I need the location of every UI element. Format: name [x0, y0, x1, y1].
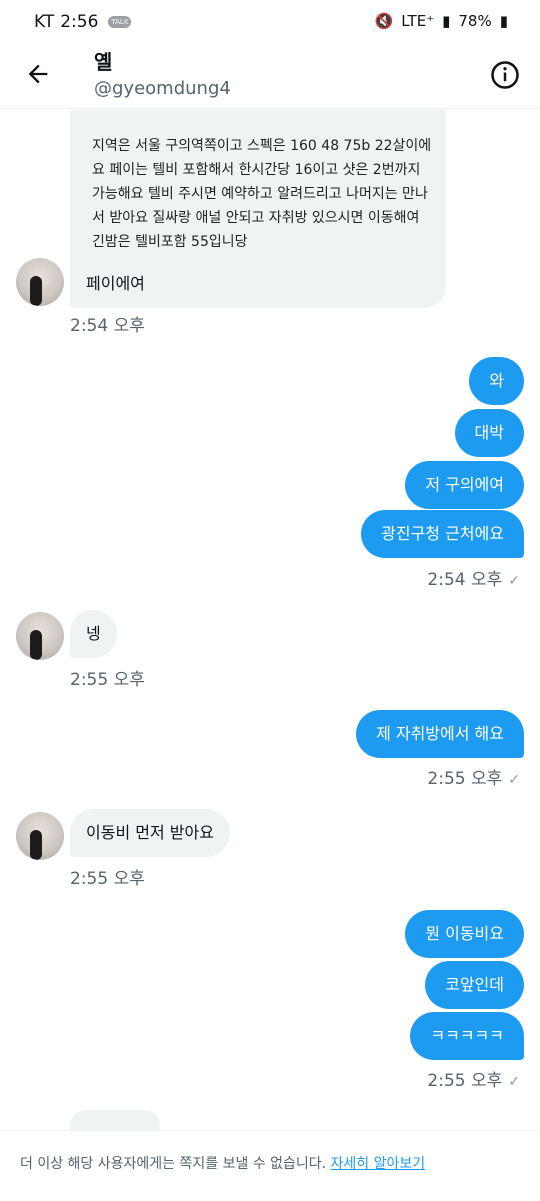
- message-time: 2:55 오후: [70, 869, 145, 889]
- battery-text: 78%: [458, 12, 492, 30]
- outgoing-message[interactable]: 저 구의에여: [405, 461, 524, 509]
- message-time-text: 2:55 오후: [427, 1071, 503, 1091]
- outgoing-message[interactable]: 광진구청 근처에요: [361, 510, 524, 558]
- incoming-message[interactable]: 이동비 먼저 받아요: [70, 809, 230, 857]
- incoming-message-reply: 페이에여: [86, 274, 145, 293]
- arrow-left-icon: [28, 64, 48, 84]
- mute-icon: 🔇: [374, 12, 394, 30]
- outgoing-message[interactable]: 와: [469, 357, 524, 405]
- status-right: 🔇 LTE⁺ ▮ 78% ▮: [375, 12, 508, 30]
- back-button[interactable]: [24, 60, 52, 88]
- network-label: LTE⁺: [401, 12, 435, 30]
- message-time: 2:55 오후 ✓: [427, 1066, 520, 1091]
- info-icon: [491, 61, 519, 89]
- check-icon: ✓: [508, 573, 520, 589]
- message-time-text: 2:55 오후: [427, 769, 503, 789]
- avatar[interactable]: [16, 812, 64, 860]
- user-handle: @gyeomdung4: [94, 78, 231, 99]
- clock: 2:56: [60, 12, 99, 32]
- outgoing-message[interactable]: 뭔 이동비요: [405, 910, 524, 958]
- incoming-message[interactable]: 넹: [70, 610, 117, 658]
- info-button[interactable]: [490, 60, 520, 90]
- carrier: KT: [34, 12, 55, 32]
- message-time: 2:55 오후: [70, 670, 145, 690]
- footer-text: 더 이상 해당 사용자에게는 쪽지를 보낼 수 없습니다. 자세히 알아보기: [20, 1153, 425, 1173]
- message-time: 2:54 오후 ✓: [427, 565, 520, 590]
- check-icon: ✓: [508, 772, 520, 788]
- page-title: 옐: [94, 50, 113, 74]
- check-icon: ✓: [508, 1074, 520, 1090]
- message-time: 2:54 오후: [70, 316, 145, 336]
- avatar[interactable]: [16, 612, 64, 660]
- dm-disabled-footer: 더 이상 해당 사용자에게는 쪽지를 보낼 수 없습니다. 자세히 알아보기: [0, 1130, 540, 1201]
- outgoing-message[interactable]: 코앞인데: [425, 961, 524, 1009]
- signal-icon: ▮: [442, 12, 451, 30]
- outgoing-message[interactable]: 제 자취방에서 해요: [356, 710, 524, 758]
- learn-more-link[interactable]: 자세히 알아보기: [331, 1156, 426, 1172]
- avatar[interactable]: [16, 258, 64, 306]
- message-time-text: 2:54 오후: [427, 570, 503, 590]
- outgoing-message[interactable]: ㅋㅋㅋㅋㅋ: [410, 1012, 524, 1060]
- incoming-message-text: 지역은 서울 구의역쪽이고 스펙은 160 48 75b 22살이에요 페이는 …: [92, 138, 432, 250]
- conversation-header: 옐 @gyeomdung4: [0, 44, 540, 109]
- status-bar: KT 2:56 TALK 🔇 LTE⁺ ▮ 78% ▮: [0, 0, 540, 44]
- message-time: 2:55 오후 ✓: [427, 764, 520, 789]
- status-left: KT 2:56 TALK: [34, 12, 132, 32]
- battery-icon: ▮: [499, 12, 508, 30]
- talk-icon: TALK: [108, 16, 132, 28]
- outgoing-message[interactable]: 대박: [454, 409, 524, 457]
- footer-message: 더 이상 해당 사용자에게는 쪽지를 보낼 수 없습니다.: [20, 1156, 327, 1172]
